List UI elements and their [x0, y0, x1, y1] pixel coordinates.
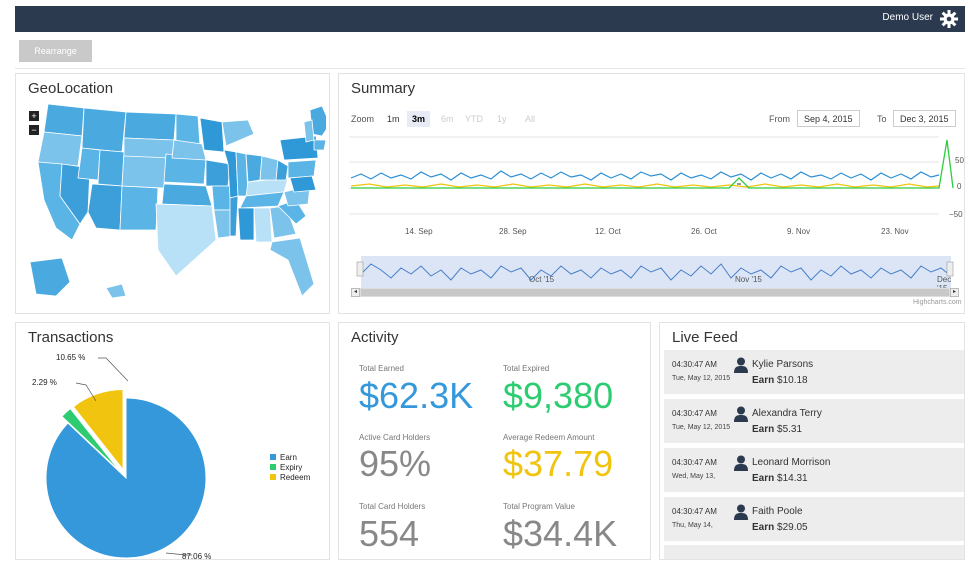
zoom-label: Zoom	[351, 114, 375, 124]
person-icon	[734, 406, 748, 422]
summary-line-chart[interactable]	[339, 134, 965, 234]
zoom-6m-button[interactable]: 6m	[437, 111, 458, 127]
feed-time: 04:30:47 AM	[672, 360, 717, 369]
us-choropleth-map[interactable]	[26, 100, 326, 312]
pie-leader-line	[98, 357, 129, 382]
x-tick: 14. Sep	[405, 227, 433, 236]
divider	[15, 68, 965, 69]
summary-panel: Summary Zoom 1m 3m 6m YTD 1y All From Se…	[338, 73, 965, 314]
zoom-3m-button[interactable]: 3m	[407, 111, 431, 127]
x-tick: 9. Nov	[787, 227, 811, 236]
feed-customer-name[interactable]: Leonard Morrison	[752, 457, 830, 468]
from-date-input[interactable]: Sep 4, 2015	[797, 110, 860, 127]
geolocation-title: GeoLocation	[28, 80, 114, 97]
zoom-ytd-button[interactable]: YTD	[461, 111, 487, 127]
feed-date: Tue, May 12, 2015	[672, 375, 731, 382]
total-program-value-value: $34.4K	[503, 513, 618, 554]
navigator[interactable]: Oct '15 Nov '15 Dec '15	[351, 256, 959, 293]
slice-label-redeem: 10.65 %	[56, 353, 86, 362]
legend-expiry[interactable]: Expiry	[270, 463, 302, 472]
total-earned-label: Total Earned	[359, 364, 404, 373]
person-icon	[734, 504, 748, 520]
feed-item[interactable]: 04:30:47 AM Wed, May 13, Leonard Morrison E…	[664, 448, 964, 492]
live-feed-panel: Live Feed 04:30:47 AM Tue, May 12, 2015 Ky…	[659, 322, 965, 560]
activity-panel: Activity Total Earned $62.3K Total Expir…	[338, 322, 651, 560]
feed-customer-name[interactable]: Faith Poole	[752, 506, 803, 517]
feed-earn-amount: Earn $5.31	[752, 424, 803, 435]
summary-title: Summary	[351, 80, 416, 97]
feed-date: Tue, May 12, 2015	[672, 424, 731, 431]
y-tick-50: 50	[955, 156, 964, 165]
activity-title: Activity	[351, 329, 399, 346]
feed-item[interactable]: 04:30:47 AM Tue, May 12, 2015 Alexandra Te…	[664, 399, 964, 443]
highcharts-credit[interactable]: Highcharts.com	[913, 299, 962, 306]
scrollbar-right-arrow[interactable]: ▸	[950, 288, 959, 297]
rearrange-button[interactable]: Rearrange	[19, 40, 92, 62]
live-feed-title: Live Feed	[672, 329, 738, 346]
top-navbar: Demo User	[15, 6, 965, 32]
feed-item[interactable]: 04:30:47 AM Thu, May 14, Faith Poole Earn $…	[664, 497, 964, 541]
feed-item-partial	[664, 545, 964, 559]
average-redeem-label: Average Redeem Amount	[503, 433, 595, 442]
feed-date: Thu, May 14,	[672, 522, 713, 529]
x-tick: 12. Oct	[595, 227, 621, 236]
scrollbar-left-arrow[interactable]: ◂	[351, 288, 360, 297]
total-card-holders-label: Total Card Holders	[359, 502, 426, 511]
feed-time: 04:30:47 AM	[672, 409, 717, 418]
total-card-holders-value: 554	[359, 513, 420, 554]
zoom-1y-button[interactable]: 1y	[493, 111, 511, 127]
y-tick-0: 0	[957, 182, 962, 191]
x-tick: 26. Oct	[691, 227, 717, 236]
feed-customer-name[interactable]: Alexandra Terry	[752, 408, 822, 419]
feed-earn-amount: Earn $14.31	[752, 473, 808, 484]
zoom-all-button[interactable]: All	[521, 111, 539, 127]
from-label: From	[769, 114, 790, 124]
total-earned-value: $62.3K	[359, 375, 474, 416]
navigator-tick: Nov '15	[735, 275, 762, 284]
x-tick: 23. Nov	[881, 227, 909, 236]
legend-redeem[interactable]: Redeem	[270, 473, 310, 482]
feed-item[interactable]: 04:30:47 AM Tue, May 12, 2015 Kylie Parson…	[664, 350, 964, 394]
total-program-value-label: Total Program Value	[503, 502, 575, 511]
user-name[interactable]: Demo User	[882, 12, 933, 23]
total-expired-label: Total Expired	[503, 364, 550, 373]
y-tick-minus-50: −50	[949, 210, 963, 219]
person-icon	[734, 455, 748, 471]
to-date-input[interactable]: Dec 3, 2015	[893, 110, 956, 127]
active-card-holders-label: Active Card Holders	[359, 433, 431, 442]
legend-earn[interactable]: Earn	[270, 453, 297, 462]
feed-customer-name[interactable]: Kylie Parsons	[752, 359, 813, 370]
geolocation-panel: GeoLocation + −	[15, 73, 330, 314]
slice-label-expiry: 2.29 %	[32, 378, 57, 387]
gear-icon[interactable]	[939, 9, 959, 29]
feed-time: 04:30:47 AM	[672, 507, 717, 516]
navigator-tick: Oct '15	[529, 275, 555, 284]
average-redeem-value: $37.79	[503, 443, 614, 484]
to-label: To	[877, 114, 887, 124]
transactions-panel: Transactions 10.65 % 2.29 % 87.06 % Earn…	[15, 322, 330, 560]
zoom-1m-button[interactable]: 1m	[383, 111, 404, 127]
feed-time: 04:30:47 AM	[672, 458, 717, 467]
scrollbar-thumb[interactable]	[361, 289, 949, 296]
person-icon	[734, 357, 748, 373]
feed-earn-amount: Earn $10.18	[752, 375, 808, 386]
x-tick: 28. Sep	[499, 227, 527, 236]
slice-label-earn: 87.06 %	[182, 552, 212, 560]
feed-earn-amount: Earn $29.05	[752, 522, 808, 533]
feed-date: Wed, May 13,	[672, 473, 716, 480]
navigator-scrollbar[interactable]: ◂ ▸	[351, 288, 959, 297]
active-card-holders-value: 95%	[359, 443, 432, 484]
navigator-series	[356, 261, 954, 281]
total-expired-value: $9,380	[503, 375, 614, 416]
